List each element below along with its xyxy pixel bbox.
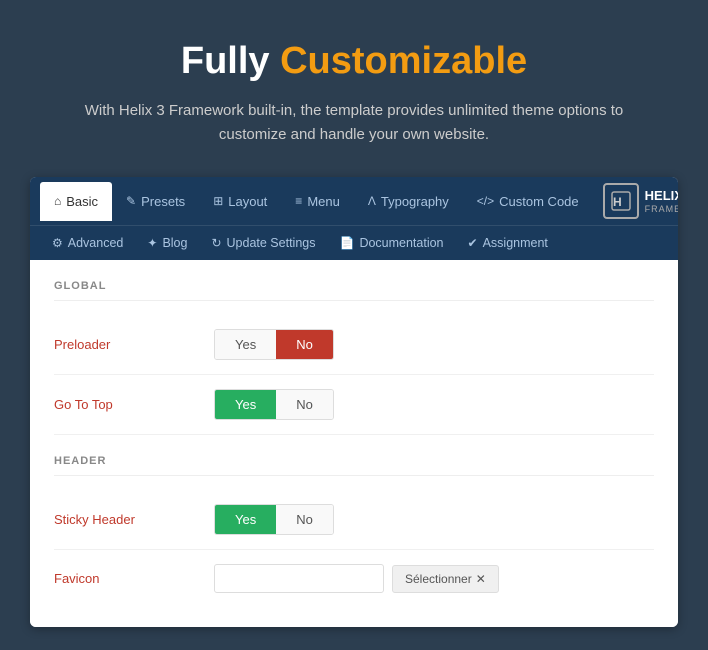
nav-item-presets[interactable]: ✎ Presets [112,182,199,221]
global-section-label: GLOBAL [54,280,654,301]
svg-text:H: H [613,195,622,209]
go-to-top-toggle: Yes No [214,389,334,420]
advanced-icon: ⚙ [52,236,63,250]
helix-brand: HELIX3 [645,188,678,204]
nav-item-typography[interactable]: Λ Typography [354,182,463,221]
home-icon: ⌂ [54,194,61,208]
hero-title: Fully Customizable [80,40,628,83]
hero-title-highlight: Customizable [280,40,527,82]
go-to-top-row: Go To Top Yes No [54,375,654,435]
assignment-icon: ✔ [468,236,478,250]
nav-item-basic[interactable]: ⌂ Basic [40,182,112,221]
go-to-top-label: Go To Top [54,397,214,412]
sticky-header-no-button[interactable]: No [276,505,333,534]
code-icon: </> [477,194,494,208]
menu-icon: ≡ [295,194,302,208]
favicon-select-button[interactable]: Sélectionner ✕ [392,565,499,593]
nav-top: ⌂ Basic ✎ Presets ⊞ Layout ≡ Menu Λ [30,177,678,225]
favicon-input[interactable] [214,564,384,593]
preloader-no-button[interactable]: No [276,330,333,359]
favicon-row: Favicon Sélectionner ✕ [54,550,654,607]
nav-update-label: Update Settings [227,236,316,250]
go-to-top-no-button[interactable]: No [276,390,333,419]
helix-logo: H HELIX3 FRAMEWORK [593,177,678,225]
hero-title-plain: Fully [181,40,280,82]
nav-layout-label: Layout [228,194,267,209]
nav-doc-label: Documentation [359,236,443,250]
presets-icon: ✎ [126,194,136,208]
nav-advanced-label: Advanced [68,236,124,250]
nav-item-update-settings[interactable]: ↻ Update Settings [199,226,327,260]
nav-item-advanced[interactable]: ⚙ Advanced [40,226,135,260]
helix-sub: FRAMEWORK [645,204,678,214]
favicon-btn-label: Sélectionner [405,572,472,586]
blog-icon: ✦ [147,236,157,250]
layout-icon: ⊞ [213,194,223,208]
header-section-label: HEADER [54,455,654,476]
nav-item-documentation[interactable]: 📄 Documentation [327,226,455,260]
hero-subtitle: With Helix 3 Framework built-in, the tem… [80,99,628,147]
nav-item-assignment[interactable]: ✔ Assignment [456,226,560,260]
nav-bottom: ⚙ Advanced ✦ Blog ↻ Update Settings 📄 Do… [30,225,678,260]
nav-assignment-label: Assignment [483,236,548,250]
go-to-top-yes-button[interactable]: Yes [215,390,276,419]
hero-section: Fully Customizable With Helix 3 Framewor… [0,0,708,177]
sticky-header-row: Sticky Header Yes No [54,490,654,550]
update-icon: ↻ [211,236,221,250]
panel-container: ⌂ Basic ✎ Presets ⊞ Layout ≡ Menu Λ [30,177,678,627]
nav-item-layout[interactable]: ⊞ Layout [199,182,281,221]
nav-blog-label: Blog [162,236,187,250]
helix-logo-icon: H [610,190,632,212]
preloader-row: Preloader Yes No [54,315,654,375]
favicon-btn-icon: ✕ [476,572,486,586]
nav-item-custom-code[interactable]: </> Custom Code [463,182,593,221]
nav-bar: ⌂ Basic ✎ Presets ⊞ Layout ≡ Menu Λ [30,177,678,260]
nav-presets-label: Presets [141,194,185,209]
preloader-label: Preloader [54,337,214,352]
nav-top-items: ⌂ Basic ✎ Presets ⊞ Layout ≡ Menu Λ [40,182,593,221]
nav-basic-label: Basic [66,194,98,209]
content-area: GLOBAL Preloader Yes No Go To Top Yes No… [30,260,678,627]
nav-custom-code-label: Custom Code [499,194,578,209]
favicon-label: Favicon [54,571,214,586]
typography-icon: Λ [368,194,376,208]
helix-logo-box: H [603,183,639,219]
nav-menu-label: Menu [307,194,340,209]
nav-item-blog[interactable]: ✦ Blog [135,226,199,260]
sticky-header-label: Sticky Header [54,512,214,527]
helix-logo-text-block: HELIX3 FRAMEWORK [645,188,678,214]
preloader-toggle: Yes No [214,329,334,360]
sticky-header-yes-button[interactable]: Yes [215,505,276,534]
doc-icon: 📄 [339,236,354,250]
nav-typography-label: Typography [381,194,449,209]
nav-item-menu[interactable]: ≡ Menu [281,182,354,221]
preloader-yes-button[interactable]: Yes [215,330,276,359]
sticky-header-toggle: Yes No [214,504,334,535]
